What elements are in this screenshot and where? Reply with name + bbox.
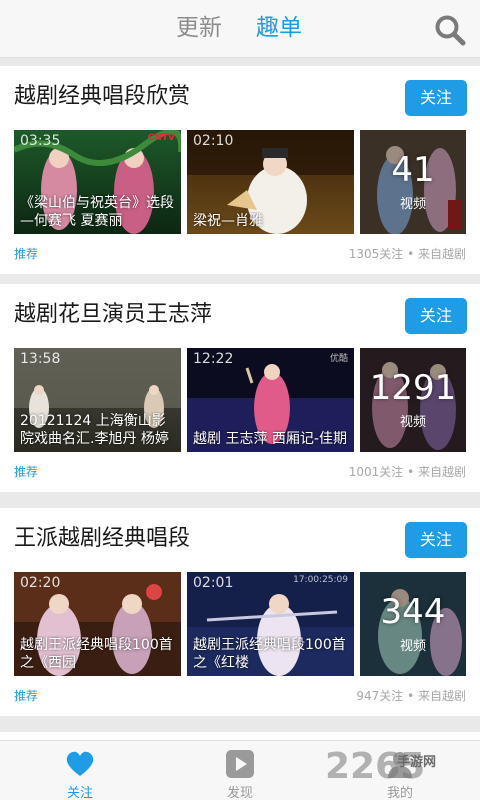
video-caption: 梁祝—肖雅 xyxy=(193,213,263,229)
search-icon[interactable] xyxy=(432,12,468,48)
channel-watermark: 优酷 xyxy=(329,354,348,364)
site-watermark: 2265 手游网 xyxy=(325,745,475,795)
video-thumbnail[interactable]: 03:35 CNTV 《梁山伯与祝英台》选段—何赛飞 夏赛丽 xyxy=(14,130,181,234)
recommend-tag[interactable]: 推荐 xyxy=(14,463,38,480)
video-count-unit: 视频 xyxy=(399,639,426,654)
playlist-card[interactable]: 越剧花旦演员王志萍 关注 13:58 20121124 上海衡山影院戏曲名汇.李… xyxy=(0,284,480,492)
video-duration: 02:01 xyxy=(193,575,234,591)
playlist-title[interactable]: 越剧经典唱段欣赏 xyxy=(14,82,190,112)
nav-item-follow[interactable]: 关注 xyxy=(40,741,120,800)
recommend-tag[interactable]: 推荐 xyxy=(14,245,38,262)
playlist-card[interactable]: 越剧经典唱段欣赏 关注 03:35 CNTV 《梁山伯与祝英台》选段—何赛飞 夏… xyxy=(0,66,480,274)
video-thumbnail[interactable]: 02:10 梁祝—肖雅 xyxy=(187,130,354,234)
playlist-count-tile[interactable]: 41 视频 xyxy=(360,130,466,234)
video-caption: 越剧 王志萍 西厢记-佳期 xyxy=(193,431,347,447)
follow-button[interactable]: 关注 xyxy=(405,80,467,116)
heart-icon xyxy=(65,749,95,779)
nav-label: 关注 xyxy=(66,786,93,800)
playlist-meta: 1305关注 • 来自越剧 xyxy=(348,247,466,261)
video-thumbnail[interactable]: 02:20 越剧王派经典唱段100首之《西园 xyxy=(14,572,181,676)
playlist-card-partial xyxy=(0,732,480,740)
nav-item-discover[interactable]: 发现 xyxy=(200,741,280,800)
tab-update[interactable]: 更新 xyxy=(176,12,222,44)
nav-label: 发现 xyxy=(226,786,253,800)
tab-qudan[interactable]: 趣单 xyxy=(256,12,302,44)
video-thumbnail[interactable]: 13:58 20121124 上海衡山影院戏曲名汇.李旭丹 杨婷 xyxy=(14,348,181,452)
video-caption: 《梁山伯与祝英台》选段—何赛飞 夏赛丽 xyxy=(20,195,174,229)
channel-watermark: CNTV xyxy=(147,133,175,143)
video-count-unit: 视频 xyxy=(399,415,426,430)
playlist-card[interactable]: 王派越剧经典唱段 关注 02:20 越剧王派经典唱段100首之《西园 02:01… xyxy=(0,508,480,716)
video-thumbnail[interactable]: 12:22 优酷 越剧 王志萍 西厢记-佳期 xyxy=(187,348,354,452)
playlist-count-tile[interactable]: 1291 视频 xyxy=(360,348,466,452)
video-caption: 越剧王派经典唱段100首之《红楼 xyxy=(193,637,346,671)
video-duration: 02:20 xyxy=(20,575,61,591)
video-duration: 12:22 xyxy=(193,351,234,367)
follow-button[interactable]: 关注 xyxy=(405,522,467,558)
video-duration: 13:58 xyxy=(20,351,61,367)
playlist-meta: 947关注 • 来自越剧 xyxy=(356,689,466,703)
playlist-title[interactable]: 越剧花旦演员王志萍 xyxy=(14,300,212,330)
video-count: 1291 xyxy=(369,368,457,408)
video-count: 344 xyxy=(380,592,446,632)
video-count-unit: 视频 xyxy=(399,197,426,212)
video-caption: 20121124 上海衡山影院戏曲名汇.李旭丹 杨婷 xyxy=(20,413,169,447)
video-thumbnail[interactable]: 02:01 17:00:25:09 越剧王派经典唱段100首之《红楼 xyxy=(187,572,354,676)
video-caption: 越剧王派经典唱段100首之《西园 xyxy=(20,637,173,671)
recommend-tag[interactable]: 推荐 xyxy=(14,687,38,704)
video-count: 41 xyxy=(391,150,435,190)
watermark-text: 手游网 xyxy=(397,755,437,770)
follow-button[interactable]: 关注 xyxy=(405,298,467,334)
top-bar: 更新 趣单 xyxy=(0,0,480,58)
playlist-count-tile[interactable]: 344 视频 xyxy=(360,572,466,676)
video-duration: 02:10 xyxy=(193,133,234,149)
play-icon xyxy=(225,749,255,779)
playlist-meta: 1001关注 • 来自越剧 xyxy=(348,465,466,479)
video-duration: 03:35 xyxy=(20,133,61,149)
timecode-watermark: 17:00:25:09 xyxy=(293,575,348,585)
playlist-title[interactable]: 王派越剧经典唱段 xyxy=(14,524,190,554)
